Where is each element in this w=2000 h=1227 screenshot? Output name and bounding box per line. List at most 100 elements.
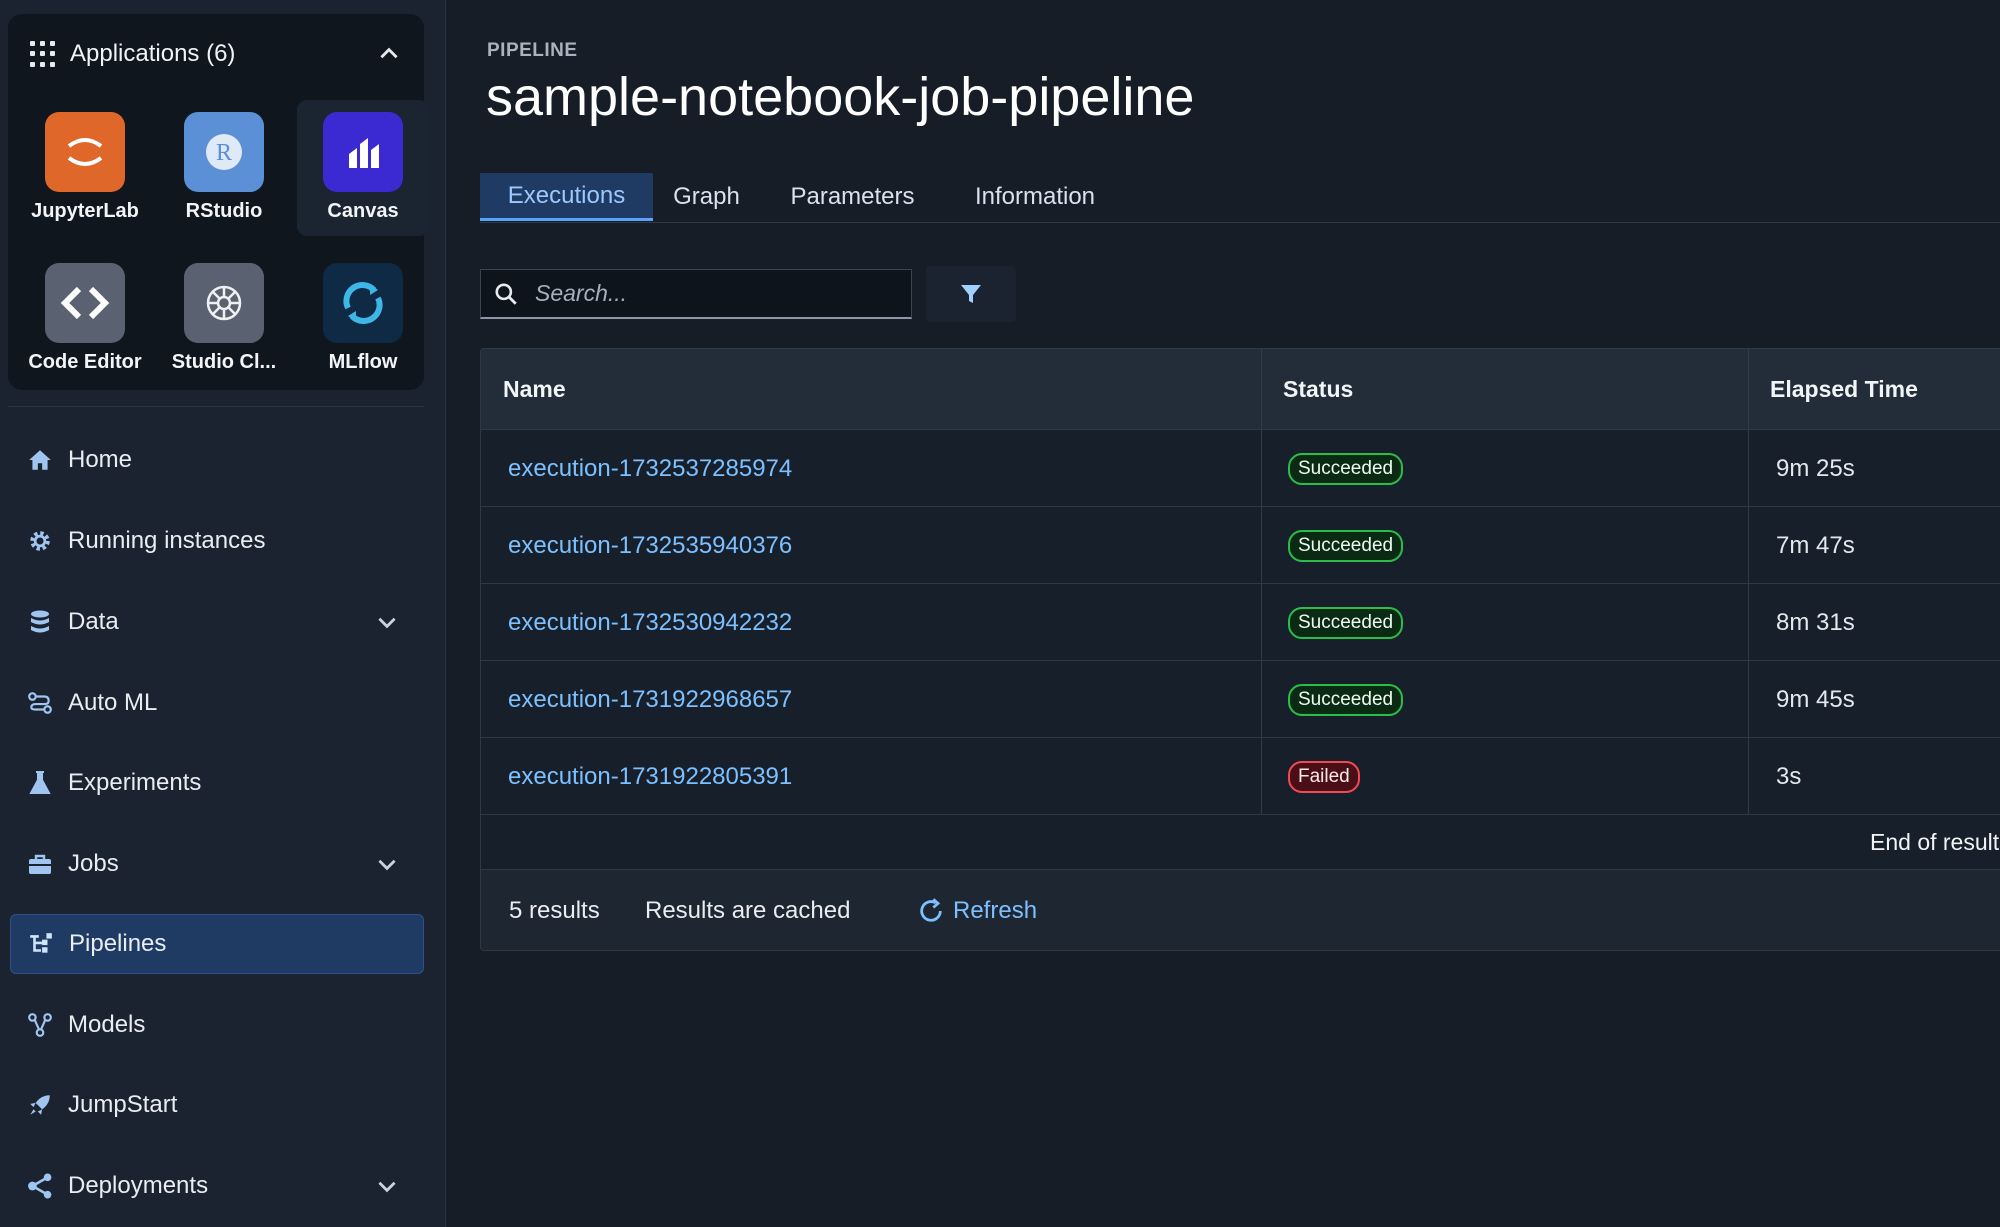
refresh-label: Refresh: [953, 897, 1038, 924]
applications-header[interactable]: Applications (6): [30, 36, 402, 72]
column-header-status[interactable]: Status: [1283, 349, 1353, 430]
app-label: MLflow: [328, 351, 398, 373]
nav-item-home[interactable]: Home: [10, 430, 424, 490]
nav-label: Home: [68, 446, 133, 473]
executions-table: Name Status Elapsed Time execution-17325…: [480, 348, 2000, 951]
tab-parameters[interactable]: Parameters: [760, 173, 945, 221]
chevron-down-icon[interactable]: [374, 609, 400, 635]
search-icon: [495, 282, 517, 305]
nav-item-deployments[interactable]: Deployments: [10, 1156, 424, 1216]
applications-title: Applications (6): [70, 40, 236, 67]
status-badge: Succeeded: [1288, 683, 1404, 716]
table-row[interactable]: execution-1731922805391 Failed 3s: [481, 738, 2000, 815]
nav-label: Pipelines: [69, 930, 167, 957]
elapsed-time: 7m 47s: [1776, 531, 1855, 559]
app-label: Code Editor: [28, 351, 142, 373]
tab-executions[interactable]: Executions: [480, 173, 653, 221]
page-title: sample-notebook-job-pipeline: [486, 67, 1195, 127]
svg-text:R: R: [216, 140, 232, 166]
rstudio-icon: R: [184, 112, 264, 192]
execution-link[interactable]: execution-1732535940376: [508, 532, 792, 560]
studio-classic-icon: [184, 263, 264, 343]
app-label: RStudio: [185, 200, 263, 222]
nav-item-pipelines[interactable]: Pipelines: [10, 914, 424, 974]
nav-label: Running instances: [68, 527, 266, 554]
jupyterlab-icon: [45, 112, 125, 192]
automl-icon: [26, 689, 54, 717]
execution-link[interactable]: execution-1732537285974: [508, 455, 792, 483]
nav-item-running-instances[interactable]: Running instances: [10, 511, 424, 571]
pipeline-icon: [27, 930, 55, 958]
page-eyebrow: PIPELINE: [487, 40, 578, 61]
apps-grid-icon: [30, 41, 56, 67]
column-header-elapsed-time[interactable]: Elapsed Time: [1770, 349, 1918, 430]
status-badge: Succeeded: [1288, 452, 1404, 485]
nav-label: Deployments: [68, 1172, 209, 1199]
nav-divider: [8, 406, 424, 407]
elapsed-time: 8m 31s: [1776, 608, 1855, 636]
tab-information[interactable]: Information: [945, 173, 1125, 221]
models-icon: [26, 1011, 54, 1039]
execution-link[interactable]: execution-1731922805391: [508, 763, 792, 791]
code-editor-icon: [45, 263, 125, 343]
home-icon: [26, 446, 54, 474]
refresh-icon: [920, 898, 942, 922]
nav-item-models[interactable]: Models: [10, 995, 424, 1055]
chevron-down-icon[interactable]: [374, 851, 400, 877]
elapsed-time: 9m 25s: [1776, 454, 1855, 482]
search-box: [480, 269, 912, 319]
results-cached-note: Results are cached: [645, 897, 851, 924]
end-of-results-row: End of results: [481, 814, 2000, 870]
column-divider: [1748, 349, 1749, 814]
table-row[interactable]: execution-1732530942232 Succeeded 8m 31s: [481, 584, 2000, 661]
status-badge: Succeeded: [1288, 529, 1404, 562]
table-footer: 5 results Results are cached Refresh: [481, 870, 2000, 950]
chevron-down-icon[interactable]: [374, 1173, 400, 1199]
table-header: Name Status Elapsed Time: [481, 349, 2000, 430]
nav-label: Experiments: [68, 769, 202, 796]
nav-item-auto-ml[interactable]: Auto ML: [10, 673, 424, 733]
filter-icon: [961, 285, 981, 303]
execution-link[interactable]: execution-1731922968657: [508, 686, 792, 714]
app-canvas[interactable]: Canvas: [297, 100, 429, 236]
rocket-icon: [26, 1091, 54, 1119]
app-mlflow[interactable]: MLflow: [297, 251, 429, 387]
gear-icon: [26, 527, 54, 555]
column-divider: [1261, 349, 1262, 814]
tab-graph[interactable]: Graph: [653, 173, 760, 221]
nav-label: Models: [68, 1011, 146, 1038]
app-jupyterlab[interactable]: JupyterLab: [19, 100, 151, 236]
end-of-results-label: End of results: [1870, 828, 2000, 855]
share-icon: [26, 1172, 54, 1200]
app-studio-classic[interactable]: Studio Cl...: [158, 251, 290, 387]
elapsed-time: 9m 45s: [1776, 685, 1855, 713]
nav-item-experiments[interactable]: Experiments: [10, 753, 424, 813]
execution-link[interactable]: execution-1732530942232: [508, 609, 792, 637]
elapsed-time: 3s: [1776, 762, 1802, 790]
search-input[interactable]: [535, 280, 895, 307]
nav-item-jobs[interactable]: Jobs: [10, 834, 424, 894]
app-code-editor[interactable]: Code Editor: [19, 251, 151, 387]
table-row[interactable]: execution-1731922968657 Succeeded 9m 45s: [481, 661, 2000, 738]
nav-item-jumpstart[interactable]: JumpStart: [10, 1075, 424, 1135]
applications-panel: Applications (6) JupyterLab R RStudio Ca…: [8, 14, 429, 390]
nav-label: Data: [68, 608, 119, 635]
app-rstudio[interactable]: R RStudio: [158, 100, 290, 236]
app-label: JupyterLab: [31, 200, 139, 222]
mlflow-icon: [323, 263, 403, 343]
nav-label: Auto ML: [68, 689, 158, 716]
sidebar: Applications (6) JupyterLab R RStudio Ca…: [0, 0, 446, 1227]
column-header-name[interactable]: Name: [503, 349, 566, 430]
canvas-icon: [323, 112, 403, 192]
filter-button[interactable]: [926, 266, 1016, 322]
status-badge: Succeeded: [1288, 606, 1404, 639]
tab-bar: Executions Graph Parameters Information: [480, 173, 2000, 223]
app-label: Studio Cl...: [171, 351, 277, 373]
refresh-button[interactable]: Refresh: [917, 897, 1037, 925]
nav-item-data[interactable]: Data: [10, 592, 424, 652]
app-label: Canvas: [327, 200, 399, 222]
table-row[interactable]: execution-1732537285974 Succeeded 9m 25s: [481, 430, 2000, 507]
chevron-up-icon[interactable]: [376, 41, 402, 67]
table-row[interactable]: execution-1732535940376 Succeeded 7m 47s: [481, 507, 2000, 584]
briefcase-icon: [26, 850, 54, 878]
